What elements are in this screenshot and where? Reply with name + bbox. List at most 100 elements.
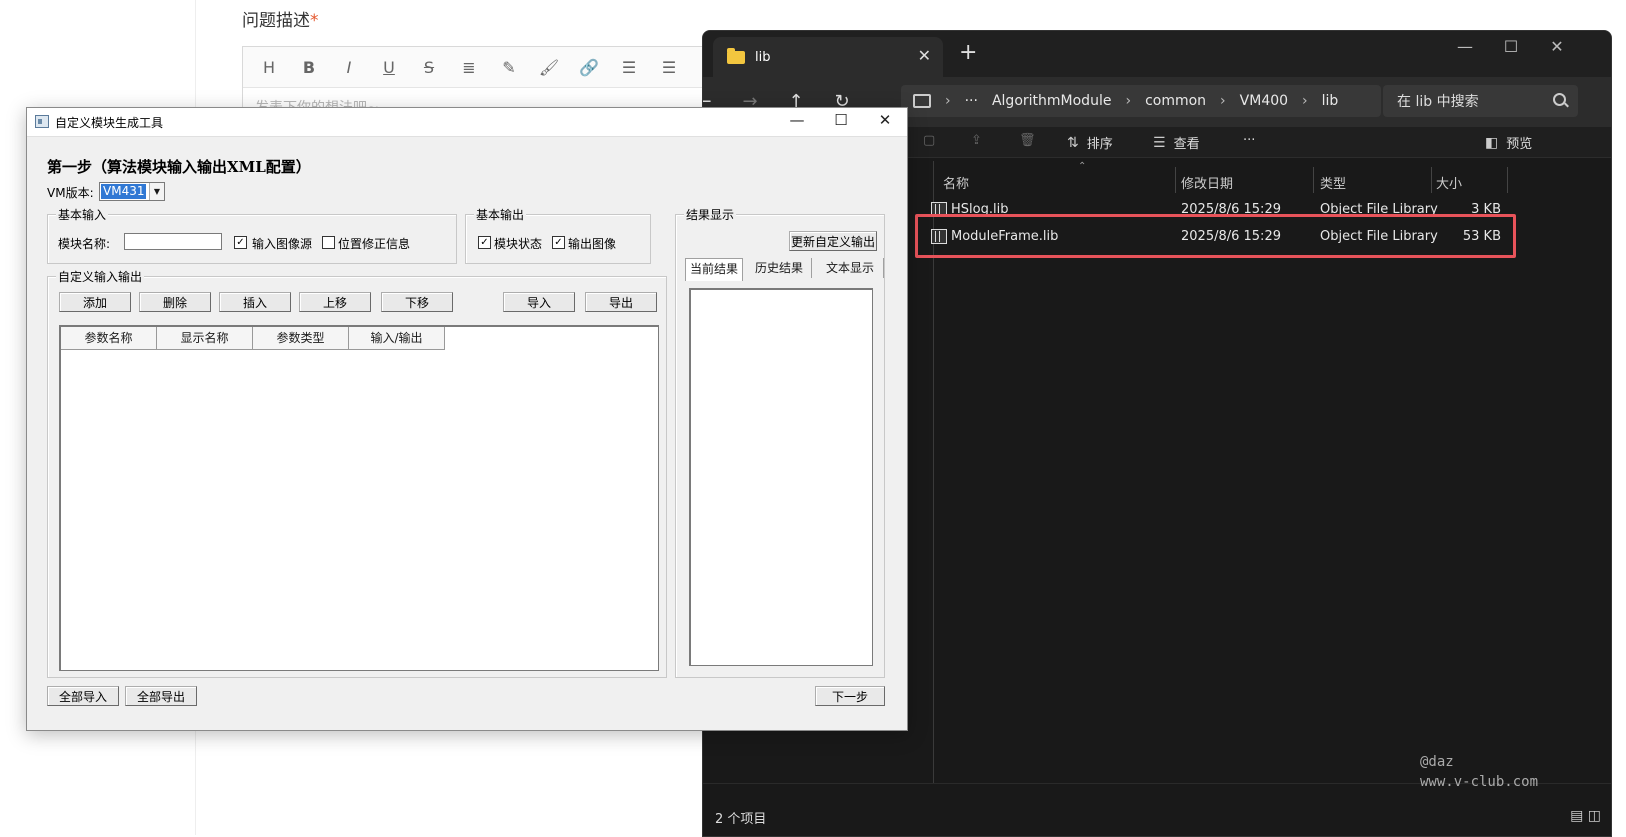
- layout-toggle-icon[interactable]: ▤ ◫: [1570, 808, 1601, 824]
- result-tabs: 当前结果 历史结果 文本显示: [685, 258, 885, 281]
- align-icon[interactable]: ☰: [649, 52, 689, 82]
- column-name[interactable]: 名称: [943, 173, 969, 192]
- sort-caret-icon: ⌃: [1078, 161, 1087, 172]
- tab-history-result[interactable]: 历史结果: [747, 258, 812, 278]
- new-tab-icon[interactable]: +: [959, 42, 977, 64]
- close-icon[interactable]: ✕: [1537, 37, 1577, 56]
- italic-icon[interactable]: I: [329, 52, 369, 82]
- move-down-button[interactable]: 下移: [381, 292, 453, 312]
- breadcrumb-separator: ›: [1125, 93, 1132, 109]
- result-panel[interactable]: [689, 288, 873, 666]
- update-custom-output-button[interactable]: 更新自定义输出: [789, 231, 877, 251]
- strikethrough-icon[interactable]: S: [409, 52, 449, 82]
- monitor-icon: [913, 94, 931, 108]
- column-param-type[interactable]: 参数类型: [253, 327, 349, 350]
- close-icon[interactable]: ✕: [865, 111, 905, 129]
- column-date[interactable]: 修改日期: [1181, 173, 1233, 192]
- vm-version-label: VM版本:: [47, 186, 94, 200]
- link-icon[interactable]: 🔗: [569, 52, 609, 82]
- position-fix-checkbox[interactable]: [322, 236, 335, 249]
- group-label: 自定义输入输出: [56, 268, 145, 285]
- app-icon: [35, 115, 49, 128]
- breadcrumb-vm400[interactable]: VM400: [1240, 93, 1288, 109]
- export-all-button[interactable]: 全部导出: [125, 686, 197, 706]
- insert-button[interactable]: 插入: [219, 292, 291, 312]
- column-param-name[interactable]: 参数名称: [61, 327, 157, 350]
- question-description-label: 问题描述*: [242, 11, 319, 31]
- maximize-icon[interactable]: ☐: [821, 111, 861, 129]
- bold-icon[interactable]: B: [289, 52, 329, 82]
- tab-text-display[interactable]: 文本显示: [817, 258, 884, 278]
- tab-current-result[interactable]: 当前结果: [685, 258, 743, 281]
- search-icon[interactable]: [1553, 93, 1566, 106]
- preview-button[interactable]: ◧ 预览: [1485, 133, 1532, 153]
- item-count: 2 个项目: [715, 812, 767, 827]
- column-divider[interactable]: [1431, 167, 1432, 193]
- minimize-icon[interactable]: —: [1445, 37, 1485, 56]
- delete-button[interactable]: 删除: [139, 292, 211, 312]
- export-button[interactable]: 导出: [585, 292, 657, 312]
- next-step-button[interactable]: 下一步: [815, 686, 885, 706]
- output-image-checkbox[interactable]: ✓: [552, 236, 565, 249]
- heading-icon[interactable]: H: [249, 52, 289, 82]
- rename-icon[interactable]: ▢: [923, 133, 935, 148]
- breadcrumb-more[interactable]: ···: [965, 93, 978, 109]
- tab-close-icon[interactable]: ✕: [918, 46, 931, 65]
- maximize-icon[interactable]: ☐: [1491, 37, 1531, 56]
- explorer-tab[interactable]: lib ✕: [713, 37, 943, 77]
- vm-version-select[interactable]: VM431 ▼: [99, 182, 165, 201]
- column-size[interactable]: 大小: [1436, 173, 1462, 192]
- column-divider[interactable]: [1313, 167, 1314, 193]
- module-name-input[interactable]: [124, 233, 222, 250]
- group-label: 基本输出: [474, 206, 527, 223]
- module-status-label: 模块状态: [494, 237, 543, 251]
- list-icon[interactable]: ☰: [609, 52, 649, 82]
- move-up-button[interactable]: 上移: [299, 292, 371, 312]
- breadcrumb-common[interactable]: common: [1145, 93, 1206, 109]
- column-divider[interactable]: [1507, 167, 1508, 193]
- column-type[interactable]: 类型: [1320, 173, 1346, 192]
- more-button[interactable]: ···: [1243, 133, 1255, 148]
- pen-icon[interactable]: ✎: [489, 52, 529, 82]
- column-display-name[interactable]: 显示名称: [157, 327, 253, 350]
- folder-icon: [727, 47, 745, 64]
- group-label: 基本输入: [56, 206, 109, 223]
- module-name-label: 模块名称:: [58, 237, 111, 251]
- preview-pane-icon: ◧: [1485, 134, 1499, 151]
- step-title: 第一步（算法模块输入输出XML配置）: [47, 158, 311, 176]
- watermark: @daz www.v-club.com: [1420, 754, 1539, 790]
- group-label: 结果显示: [684, 206, 737, 223]
- minimize-icon[interactable]: —: [777, 111, 817, 129]
- tab-title: lib: [755, 49, 771, 65]
- view-button[interactable]: ☰ 查看: [1153, 133, 1200, 153]
- view-icon: ☰: [1153, 134, 1166, 151]
- basic-output-group: 基本输出 ✓ 模块状态 ✓ 输出图像: [465, 206, 651, 264]
- module-generator-dialog: 自定义模块生成工具 — ☐ ✕ 第一步（算法模块输入输出XML配置） VM版本:…: [26, 107, 908, 731]
- column-io-direction[interactable]: 输入/输出: [349, 327, 445, 350]
- share-icon[interactable]: ⇪: [971, 133, 982, 148]
- search-placeholder: 在 lib 中搜索: [1397, 94, 1479, 110]
- chevron-down-icon[interactable]: ▼: [149, 183, 164, 200]
- add-button[interactable]: 添加: [59, 292, 131, 312]
- breadcrumb-algorithmmodule[interactable]: AlgorithmModule: [992, 93, 1111, 109]
- sort-button[interactable]: ⇅ 排序: [1067, 133, 1113, 153]
- column-divider[interactable]: [1175, 167, 1176, 193]
- delete-icon[interactable]: 🗑: [1019, 133, 1036, 148]
- sort-icon: ⇅: [1067, 134, 1079, 151]
- output-image-label: 输出图像: [568, 237, 617, 251]
- parameter-table[interactable]: 参数名称 显示名称 参数类型 输入/输出: [59, 325, 659, 671]
- image-source-checkbox[interactable]: ✓: [234, 236, 247, 249]
- underline-icon[interactable]: U: [369, 52, 409, 82]
- red-highlight-box: [915, 214, 1516, 258]
- module-status-checkbox[interactable]: ✓: [478, 236, 491, 249]
- explorer-tab-bar: lib ✕ + — ☐ ✕: [703, 31, 1611, 77]
- breadcrumb-lib[interactable]: lib: [1322, 93, 1339, 109]
- position-fix-label: 位置修正信息: [338, 237, 411, 251]
- indent-icon[interactable]: ≣: [449, 52, 489, 82]
- brush-icon[interactable]: 🖌: [529, 52, 569, 82]
- image-source-label: 输入图像源: [252, 237, 313, 251]
- address-bar[interactable]: › ··· AlgorithmModule › common › VM400 ›…: [901, 85, 1381, 117]
- import-button[interactable]: 导入: [503, 292, 575, 312]
- search-input[interactable]: 在 lib 中搜索: [1383, 85, 1578, 117]
- import-all-button[interactable]: 全部导入: [47, 686, 119, 706]
